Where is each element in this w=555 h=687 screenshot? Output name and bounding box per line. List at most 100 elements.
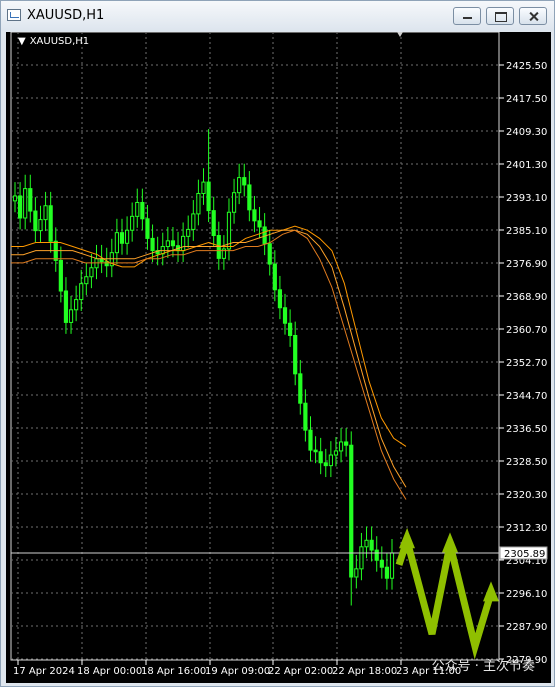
candle-body [135, 201, 140, 217]
moving-average-line [11, 229, 407, 488]
y-tick-label: 2336.50 [506, 424, 547, 435]
candle-body [344, 441, 349, 446]
y-tick-label: 2320.30 [506, 490, 547, 501]
candle-body [237, 177, 242, 194]
symbol-label: ▼ XAUUSD,H1 [18, 36, 89, 47]
y-tick-label: 2368.90 [506, 292, 547, 303]
y-tick-label: 2312.30 [506, 523, 547, 534]
candle-body [114, 232, 119, 254]
chart-canvas: 2425.50 2417.50 2409.30 2401.30 2393.10 2385.… [10, 31, 548, 677]
candle-body [272, 263, 277, 291]
shift-marker-icon[interactable] [397, 32, 403, 37]
candle-body [369, 539, 374, 551]
candle-body [303, 402, 308, 431]
price-chart[interactable]: ▼ XAUUSD,H1 2425.50 2417.50 2409.30 2401.30 2… [6, 31, 551, 683]
current-price-label: 2305.89 [504, 549, 545, 560]
candle-body [150, 237, 155, 252]
y-tick-label: 2385.10 [506, 226, 547, 237]
candle-body [298, 373, 303, 404]
candle-body [379, 559, 384, 568]
y-tick-label: 2425.50 [506, 61, 547, 72]
candle-body [43, 205, 48, 221]
watermark: 公众号 · 主次节奏 [431, 659, 535, 674]
candle-body [181, 235, 186, 252]
candle-body [293, 334, 298, 375]
dropdown-icon[interactable]: ▼ [18, 36, 26, 47]
candle-body [252, 209, 257, 222]
candle-body [74, 299, 79, 311]
candle-body [191, 213, 196, 230]
x-tick-label: 17 Apr 2024 [13, 666, 75, 677]
candle-body [328, 454, 333, 467]
candle-body [389, 552, 395, 579]
candle-body [288, 322, 293, 336]
close-button[interactable] [519, 7, 547, 25]
candle-body [354, 568, 359, 578]
y-tick-label: 2417.50 [506, 94, 547, 105]
candle-body [130, 215, 135, 231]
y-tick-label: 2352.70 [506, 358, 547, 369]
y-tick-label: 2287.90 [506, 622, 547, 633]
window-title: XAUUSD,H1 [27, 8, 105, 23]
candle-body [63, 290, 69, 323]
candle-body [79, 283, 84, 301]
candle-body [196, 193, 201, 215]
candle-body [12, 195, 18, 202]
candle-body [267, 243, 272, 265]
candle-body [140, 201, 145, 220]
candle-body [359, 546, 364, 570]
candle-body [17, 195, 23, 219]
x-tick-label: 19 Apr 09:00 [205, 666, 270, 677]
candle-body [89, 267, 94, 278]
candle-body [23, 188, 28, 219]
candle-body [323, 462, 328, 467]
candle-body [104, 261, 109, 267]
candle-body [384, 566, 390, 579]
candle-body [124, 229, 130, 244]
candle-body [308, 429, 313, 451]
x-tick-label: 22 Apr 02:00 [268, 666, 333, 677]
candle-body [231, 192, 237, 213]
minimize-button[interactable] [453, 7, 481, 25]
title-bar[interactable]: XAUUSD,H1 [1, 1, 554, 31]
candle-body [374, 549, 379, 561]
y-tick-label: 2376.90 [506, 259, 547, 270]
candle-body [33, 210, 38, 232]
candle-body [201, 181, 206, 195]
forecast-arrowhead [483, 581, 499, 602]
candle-body [58, 259, 63, 292]
candle-body [84, 276, 89, 285]
candle-body [48, 205, 53, 242]
y-tick-label: 2393.10 [506, 193, 547, 204]
candle-body [313, 449, 318, 453]
x-tick-label: 22 Apr 18:00 [332, 666, 397, 677]
y-tick-label: 2409.30 [506, 127, 547, 138]
y-tick-label: 2328.50 [506, 457, 547, 468]
candle-body [333, 450, 339, 456]
forecast-arrowhead [442, 532, 458, 553]
chart-window: XAUUSD,H1 ▼ XAUUSD,H1 2425.50 2417.50 2409.… [0, 0, 555, 687]
candle-body [364, 539, 369, 548]
candle-body [247, 184, 252, 211]
candle-body [170, 240, 176, 247]
symbol-text: XAUUSD,H1 [29, 36, 90, 47]
candle-body [277, 289, 283, 309]
candle-body [206, 181, 211, 212]
candle-body [318, 451, 323, 464]
chart-window-icon [7, 9, 21, 21]
y-tick-label: 2360.70 [506, 325, 547, 336]
y-tick-label: 2344.70 [506, 391, 547, 402]
moving-average-line [11, 229, 407, 500]
candle-body [282, 307, 288, 324]
candle-body [338, 441, 344, 452]
candle-body [257, 220, 262, 228]
candle-body [68, 309, 74, 323]
y-tick-label: 2401.30 [506, 160, 547, 171]
candle-body [28, 188, 33, 212]
plot-frame [10, 31, 500, 661]
candle-body [242, 177, 247, 186]
candle-body [38, 219, 43, 232]
maximize-button[interactable] [486, 7, 514, 25]
candle-body [145, 218, 150, 239]
x-tick-label: 18 Apr 00:00 [77, 666, 142, 677]
